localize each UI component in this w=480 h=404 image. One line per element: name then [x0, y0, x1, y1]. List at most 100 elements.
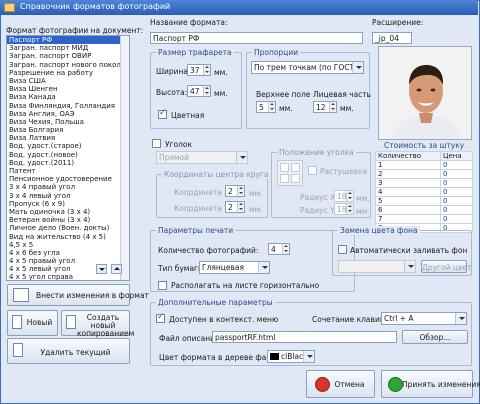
corner-top-left[interactable] — [280, 163, 289, 172]
list-item[interactable]: Загран. паспорт ОВИР — [7, 52, 129, 60]
copy-format-button[interactable]: Создать новый копированием — [61, 310, 134, 338]
browse-button[interactable]: Обзор... — [402, 330, 468, 344]
list-item[interactable]: Виза Финляндия, Голландия — [7, 102, 129, 110]
move-up-button[interactable] — [111, 264, 122, 274]
corner-bottom-right[interactable] — [291, 174, 300, 183]
list-item[interactable]: Вод. удост.(новое) — [7, 151, 129, 159]
table-row[interactable]: 60 — [374, 205, 473, 215]
list-item[interactable]: Пропуск (6 х 9) — [7, 200, 129, 208]
cost-price-cell[interactable]: 0 — [440, 178, 473, 188]
other-color-button[interactable]: Другой цвет — [421, 260, 471, 273]
cost-qty-cell[interactable]: 3 — [374, 178, 442, 188]
stretch-checkbox[interactable] — [308, 166, 317, 175]
radius-x-stepper[interactable]: 18 — [334, 190, 354, 202]
list-item[interactable]: Виза Латвия — [7, 134, 129, 142]
width-stepper[interactable]: 37 — [187, 64, 211, 76]
list-item[interactable]: Загран. паспорт нового поколения — [7, 61, 129, 69]
list-item[interactable]: Вод. удост.(2011) — [7, 159, 129, 167]
extension-input[interactable]: _jp_04 — [372, 32, 412, 44]
photo-count-stepper[interactable]: 4 — [268, 243, 290, 255]
corner-position-picker[interactable] — [277, 160, 303, 186]
corner-checkbox[interactable] — [152, 139, 161, 148]
table-row[interactable]: 70 — [374, 214, 473, 224]
chevron-down-icon[interactable] — [352, 62, 363, 73]
list-item[interactable]: Виза Шенген — [7, 85, 129, 93]
photo-count-stepper-arrows[interactable] — [282, 244, 289, 254]
background-color-select[interactable] — [338, 260, 416, 273]
horizontal-layout-checkbox[interactable] — [158, 281, 167, 290]
cost-table[interactable]: Количество Цена 1020304050607080 — [374, 151, 473, 233]
list-item[interactable]: Виза Чехия, Польша — [7, 118, 129, 126]
format-list[interactable]: Паспорт РФ Загран. паспорт МИД Загран. пас… — [6, 35, 130, 281]
list-item[interactable]: 4 х 6 без угла — [7, 249, 129, 257]
cost-price-cell[interactable]: 0 — [440, 205, 473, 215]
cost-price-cell[interactable]: 0 — [440, 214, 473, 224]
list-item[interactable]: 3 х 4 левый угол — [7, 192, 129, 200]
move-down-button[interactable] — [96, 264, 107, 274]
radius-y-stepper[interactable]: 18 — [334, 203, 354, 215]
coord-y-stepper-arrows[interactable] — [237, 202, 244, 212]
coord-y-stepper[interactable]: 2 — [225, 201, 245, 213]
cost-qty-cell[interactable]: 1 — [374, 160, 442, 170]
accept-button[interactable]: Принять изменения — [381, 370, 480, 398]
cost-qty-cell[interactable]: 5 — [374, 196, 442, 206]
list-item[interactable]: Виза Англия, ОАЭ — [7, 110, 129, 118]
table-row[interactable]: 20 — [374, 169, 473, 179]
list-item[interactable]: 4 х 5 угол справа — [7, 273, 129, 280]
cost-price-cell[interactable]: 0 — [440, 187, 473, 197]
cost-price-cell[interactable]: 0 — [440, 196, 473, 206]
cost-qty-cell[interactable]: 2 — [374, 169, 442, 179]
list-item[interactable]: Вод. удост.(старое) — [7, 142, 129, 150]
corner-type-select[interactable]: Прямой — [156, 151, 248, 164]
list-item[interactable]: Ветеран войны (3 х 4) — [7, 216, 129, 224]
delete-format-button[interactable]: Удалить текущий — [7, 338, 130, 364]
tree-color-select[interactable]: clBlack — [267, 350, 315, 363]
format-list-scrollbar[interactable] — [120, 36, 129, 280]
paper-type-select[interactable]: Глянцевая — [199, 261, 270, 274]
height-stepper-arrows[interactable] — [203, 86, 210, 96]
chevron-down-icon[interactable] — [236, 152, 247, 163]
corner-top-right[interactable] — [291, 163, 300, 172]
list-item[interactable]: Виза США — [7, 77, 129, 85]
cost-price-cell[interactable]: 0 — [440, 169, 473, 179]
coord-x-stepper[interactable]: 2 — [225, 185, 245, 197]
table-row[interactable]: 30 — [374, 178, 473, 188]
chevron-down-icon[interactable] — [303, 351, 314, 362]
list-item[interactable]: Виза Канада — [7, 93, 129, 101]
list-item[interactable]: Личное дело (Воен. докты) — [7, 224, 129, 232]
list-item[interactable]: Мать одиночка (3 х 4) — [7, 208, 129, 216]
color-checkbox[interactable] — [158, 108, 167, 119]
list-item[interactable]: Паспорт РФ — [7, 36, 129, 45]
cost-qty-cell[interactable]: 6 — [374, 205, 442, 215]
list-item[interactable]: Пенсионное удостоверение — [7, 175, 129, 183]
table-row[interactable]: 40 — [374, 187, 473, 197]
auto-fill-background-checkbox[interactable] — [338, 245, 347, 254]
apply-changes-button[interactable]: Внести изменения в формат — [7, 284, 149, 306]
cost-qty-cell[interactable]: 7 — [374, 214, 442, 224]
list-item[interactable]: Виза Болгария — [7, 126, 129, 134]
height-stepper[interactable]: 47 — [187, 85, 211, 97]
table-row[interactable]: 50 — [374, 196, 473, 206]
radius-y-stepper-arrows[interactable] — [346, 204, 353, 214]
face-part-stepper-arrows[interactable] — [329, 102, 336, 112]
cost-qty-cell[interactable]: 4 — [374, 187, 442, 197]
table-row[interactable]: 10 — [374, 160, 473, 170]
list-item[interactable]: Разрешение на работу — [7, 69, 129, 77]
width-stepper-arrows[interactable] — [203, 65, 210, 75]
list-item[interactable]: 4,5 х 5 — [7, 241, 129, 249]
hotkey-select[interactable]: Ctrl + A — [381, 312, 467, 325]
cost-price-cell[interactable]: 0 — [440, 160, 473, 170]
top-margin-stepper[interactable]: 5 — [256, 101, 276, 113]
chevron-down-icon[interactable] — [258, 262, 269, 273]
new-format-button[interactable]: Новый — [7, 310, 58, 336]
list-item[interactable]: Патент — [7, 167, 129, 175]
chevron-down-icon[interactable] — [455, 313, 466, 324]
description-file-input[interactable]: passportRF.html — [212, 331, 397, 343]
radius-x-stepper-arrows[interactable] — [346, 191, 353, 201]
list-item[interactable]: 3 х 4 правый угол — [7, 183, 129, 191]
chevron-down-icon[interactable] — [404, 261, 415, 272]
corner-bottom-left[interactable] — [280, 174, 289, 183]
list-item[interactable]: Вид на жительство (4 х 5) — [7, 233, 129, 241]
context-menu-checkbox[interactable] — [156, 312, 165, 323]
top-margin-stepper-arrows[interactable] — [268, 102, 275, 112]
